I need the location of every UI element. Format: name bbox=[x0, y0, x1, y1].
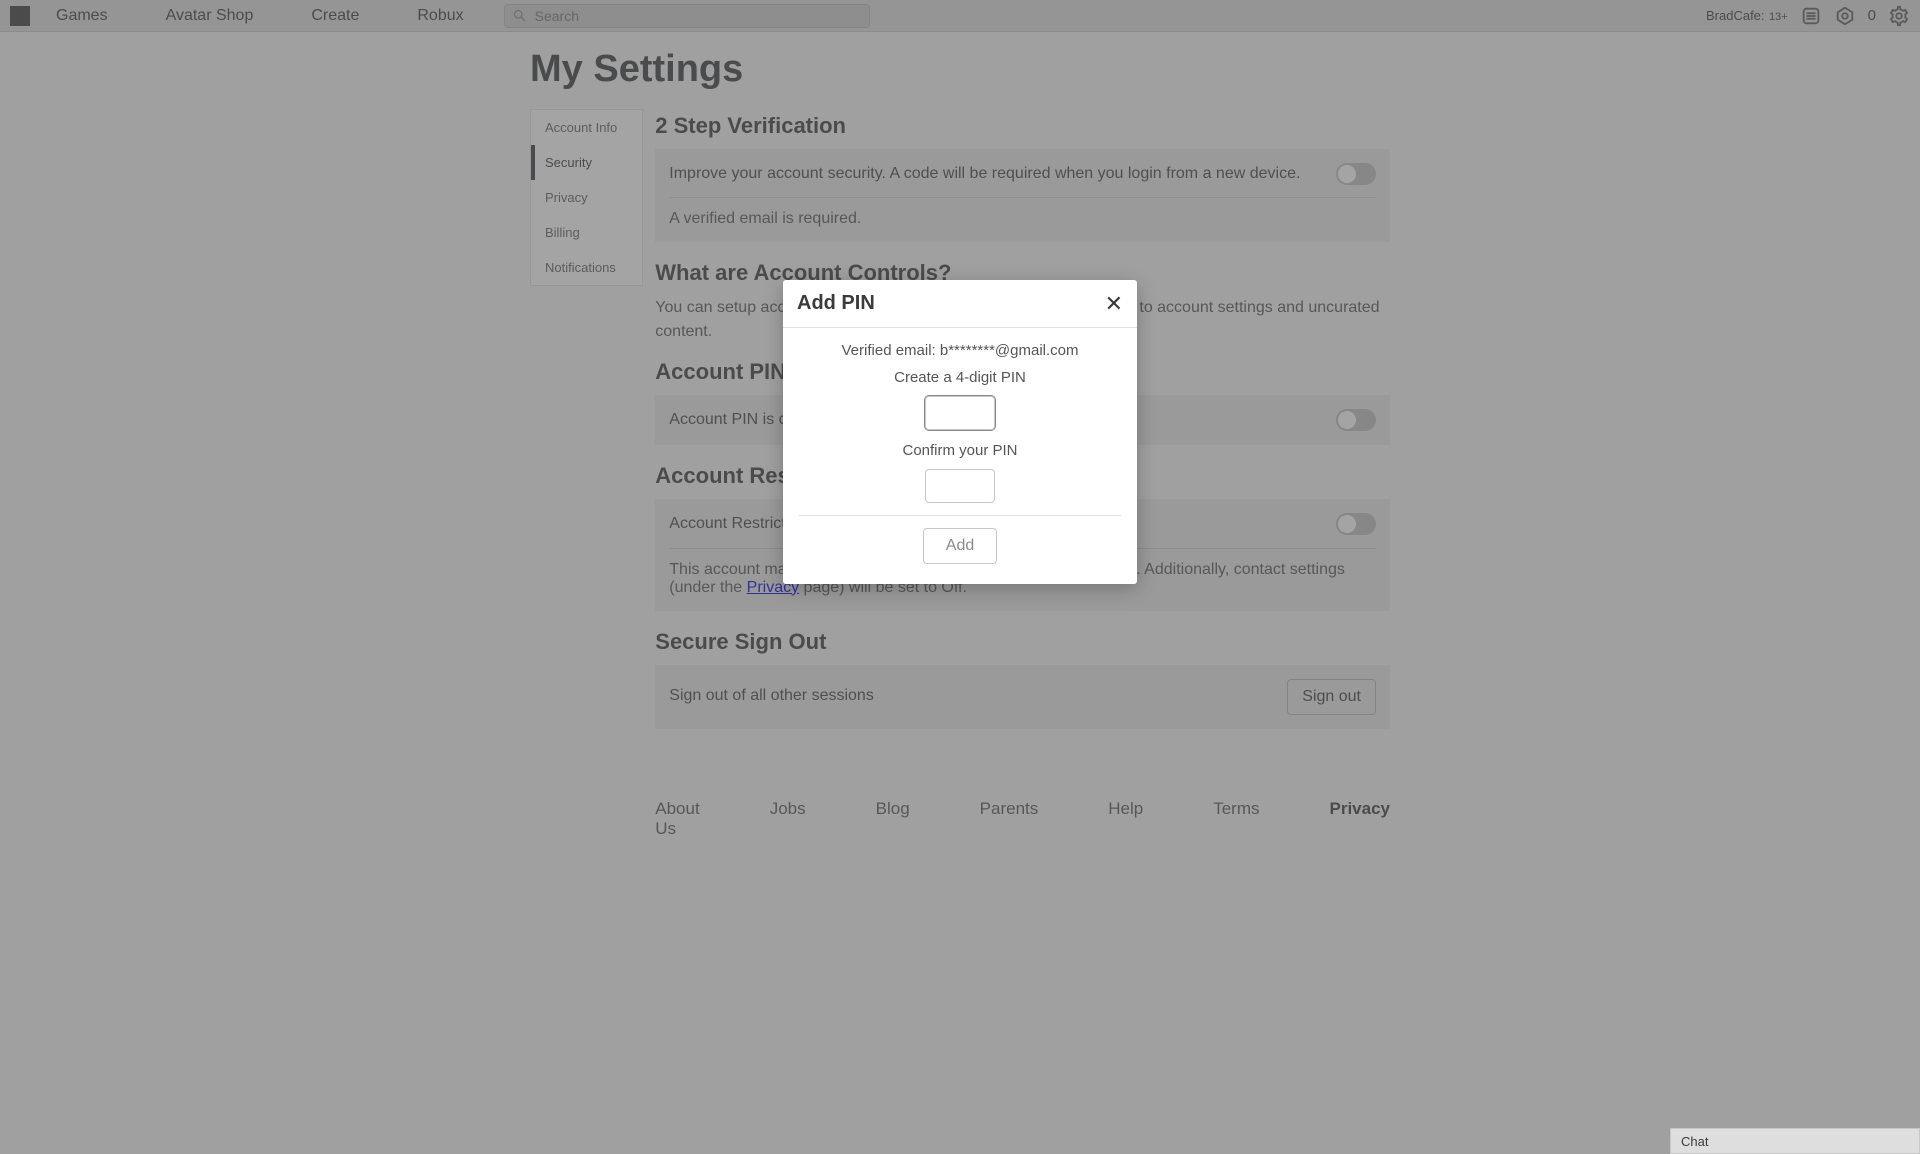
add-pin-modal: Add PIN ✕ Verified email: b********@gmai… bbox=[783, 280, 1137, 584]
verified-email-label: Verified email: b********@gmail.com bbox=[799, 342, 1121, 359]
chat-bar[interactable]: Chat bbox=[1670, 1128, 1920, 1154]
chat-label: Chat bbox=[1681, 1134, 1708, 1149]
create-pin-label: Create a 4-digit PIN bbox=[799, 369, 1121, 386]
create-pin-input[interactable] bbox=[925, 396, 995, 430]
close-icon[interactable]: ✕ bbox=[1105, 293, 1123, 315]
confirm-pin-label: Confirm your PIN bbox=[799, 442, 1121, 459]
modal-title: Add PIN bbox=[797, 292, 875, 315]
confirm-pin-input[interactable] bbox=[925, 469, 995, 503]
add-button[interactable]: Add bbox=[923, 528, 997, 564]
modal-body: Verified email: b********@gmail.com Crea… bbox=[783, 328, 1137, 584]
modal-header: Add PIN ✕ bbox=[783, 280, 1137, 328]
